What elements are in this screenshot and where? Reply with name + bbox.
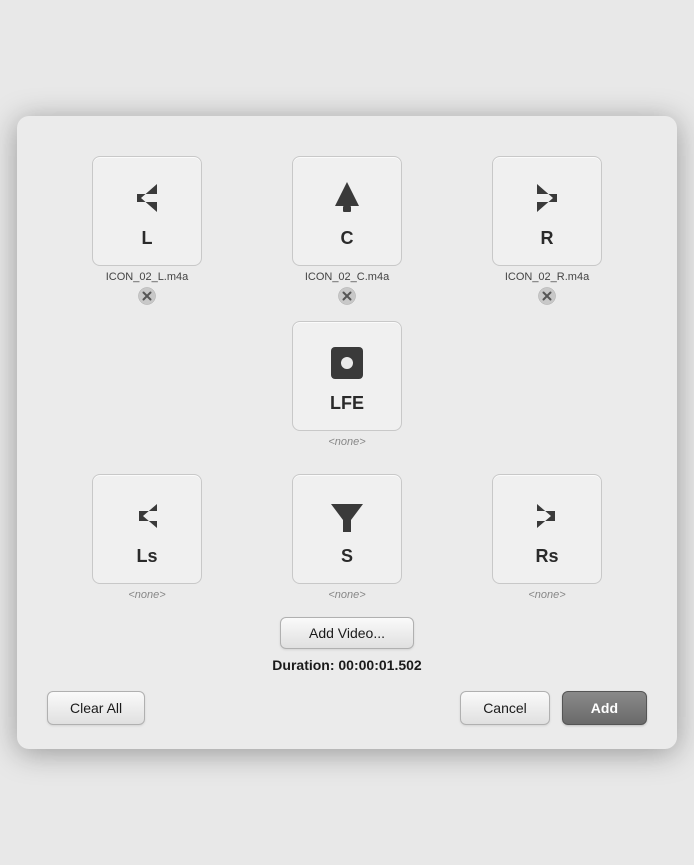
remove-L-icon — [138, 287, 156, 305]
channel-icon-C[interactable]: C — [292, 156, 402, 266]
clear-all-button[interactable]: Clear All — [47, 691, 145, 725]
channel-filename-R: ICON_02_R.m4a — [505, 271, 589, 283]
Ls-icon — [123, 492, 171, 540]
bottom-channel-row: Ls <none> S <none> Rs — [47, 464, 647, 607]
channel-label-S: S — [341, 546, 353, 567]
channel-cell-Rs: Rs <none> — [447, 464, 647, 607]
channel-label-L: L — [142, 228, 153, 249]
LFE-icon — [323, 339, 371, 387]
channel-icon-LFE[interactable]: LFE — [292, 321, 402, 431]
remove-L-button[interactable] — [138, 287, 156, 305]
channel-cell-R: R ICON_02_R.m4a — [447, 146, 647, 311]
channel-filename-S: <none> — [328, 589, 365, 601]
channel-icon-S[interactable]: S — [292, 474, 402, 584]
channel-filename-C: ICON_02_C.m4a — [305, 271, 389, 283]
L-icon — [123, 174, 171, 222]
R-icon — [523, 174, 571, 222]
add-video-button[interactable]: Add Video... — [280, 617, 414, 649]
add-button[interactable]: Add — [562, 691, 647, 725]
remove-C-button[interactable] — [338, 287, 356, 305]
channel-filename-LFE: <none> — [328, 436, 365, 448]
lfe-row: LFE <none> — [47, 311, 647, 454]
channel-label-Rs: Rs — [535, 546, 558, 567]
channel-label-R: R — [541, 228, 554, 249]
dialog: L ICON_02_L.m4a C ICON_02_C — [17, 116, 677, 749]
C-icon — [323, 174, 371, 222]
top-channel-row: L ICON_02_L.m4a C ICON_02_C — [47, 146, 647, 311]
S-icon — [323, 492, 371, 540]
remove-R-icon — [538, 287, 556, 305]
channel-filename-Ls: <none> — [128, 589, 165, 601]
channel-cell-LFE: LFE <none> — [282, 311, 412, 454]
channel-icon-R[interactable]: R — [492, 156, 602, 266]
channel-icon-Ls[interactable]: Ls — [92, 474, 202, 584]
Rs-icon — [523, 492, 571, 540]
footer-buttons: Clear All Cancel Add — [47, 691, 647, 725]
remove-C-icon — [338, 287, 356, 305]
channel-icon-Rs[interactable]: Rs — [492, 474, 602, 584]
channel-filename-L: ICON_02_L.m4a — [106, 271, 189, 283]
channel-label-C: C — [341, 228, 354, 249]
channel-cell-Ls: Ls <none> — [47, 464, 247, 607]
channel-filename-Rs: <none> — [528, 589, 565, 601]
duration-display: Duration: 00:00:01.502 — [272, 657, 421, 673]
channel-icon-L[interactable]: L — [92, 156, 202, 266]
channel-label-LFE: LFE — [330, 393, 364, 414]
cancel-button[interactable]: Cancel — [460, 691, 550, 725]
right-footer-buttons: Cancel Add — [460, 691, 647, 725]
remove-R-button[interactable] — [538, 287, 556, 305]
bottom-actions: Add Video... Duration: 00:00:01.502 — [47, 617, 647, 673]
channel-cell-C: C ICON_02_C.m4a — [247, 146, 447, 311]
channel-cell-L: L ICON_02_L.m4a — [47, 146, 247, 311]
channel-label-Ls: Ls — [136, 546, 157, 567]
channel-cell-S: S <none> — [247, 464, 447, 607]
